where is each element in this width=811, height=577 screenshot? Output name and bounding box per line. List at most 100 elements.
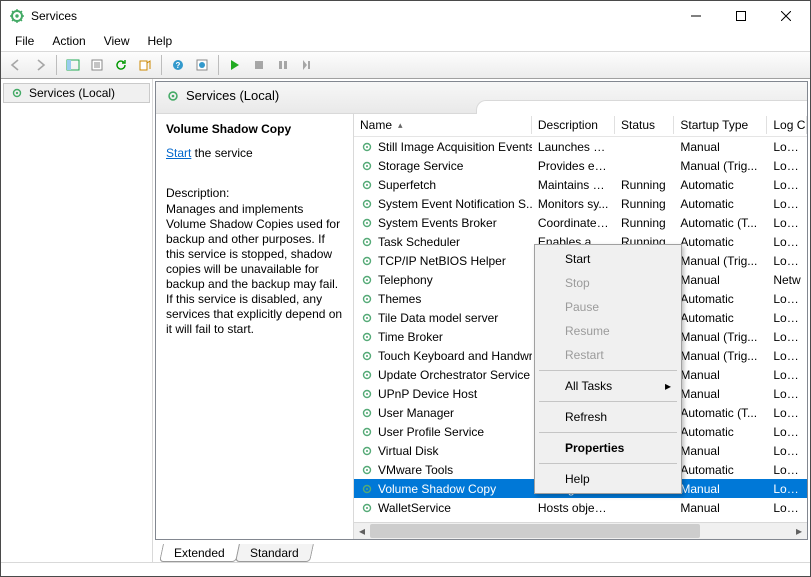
service-name: User Manager xyxy=(378,406,454,420)
tree-item-services-local[interactable]: Services (Local) xyxy=(3,83,150,103)
toolbar-back-button[interactable] xyxy=(5,54,27,76)
service-icon xyxy=(360,178,374,192)
service-startup: Manual (Trig... xyxy=(674,253,767,269)
menu-help[interactable]: Help xyxy=(140,32,181,50)
service-row[interactable]: Storage ServiceProvides en...Manual (Tri… xyxy=(354,156,807,175)
ctx-help[interactable]: Help xyxy=(537,467,679,491)
sort-asc-icon: ▴ xyxy=(398,120,403,131)
service-logon: Local xyxy=(767,443,807,459)
bottom-tabs: Extended Standard xyxy=(155,540,808,562)
service-name: TCP/IP NetBIOS Helper xyxy=(378,254,506,268)
toolbar-pause-button[interactable] xyxy=(272,54,294,76)
toolbar-separator xyxy=(218,55,219,75)
column-status[interactable]: Status xyxy=(615,114,674,136)
service-row[interactable]: System Events BrokerCoordinates...Runnin… xyxy=(354,213,807,232)
service-startup: Automatic xyxy=(674,196,767,212)
service-logon: Local xyxy=(767,500,807,516)
service-startup: Manual (Trig... xyxy=(674,348,767,364)
service-name: Themes xyxy=(378,292,421,306)
menu-view[interactable]: View xyxy=(96,32,138,50)
column-description[interactable]: Description xyxy=(532,114,615,136)
service-name: Superfetch xyxy=(378,178,436,192)
scrollbar-thumb[interactable] xyxy=(370,524,700,538)
service-icon xyxy=(360,140,374,154)
service-row[interactable]: SuperfetchMaintains a...RunningAutomatic… xyxy=(354,175,807,194)
ctx-properties[interactable]: Properties xyxy=(537,436,679,460)
toolbar-restart-button[interactable] xyxy=(296,54,318,76)
ctx-pause: Pause xyxy=(537,295,679,319)
service-logon: Local xyxy=(767,215,807,231)
ctx-separator xyxy=(539,401,677,402)
service-icon xyxy=(360,311,374,325)
service-startup: Manual xyxy=(674,443,767,459)
service-startup: Automatic xyxy=(674,177,767,193)
tab-extended[interactable]: Extended xyxy=(159,544,240,562)
service-startup: Manual xyxy=(674,139,767,155)
description-panel: Volume Shadow Copy Start the service Des… xyxy=(156,114,354,539)
tree-pane: Services (Local) xyxy=(1,79,153,562)
service-startup: Automatic xyxy=(674,234,767,250)
toolbar-showhide-button[interactable] xyxy=(62,54,84,76)
service-status: Running xyxy=(615,215,674,231)
service-icon xyxy=(360,349,374,363)
service-startup: Automatic (T... xyxy=(674,405,767,421)
service-icon xyxy=(360,444,374,458)
service-name: UPnP Device Host xyxy=(378,387,477,401)
service-logon: Local xyxy=(767,196,807,212)
service-icon xyxy=(360,216,374,230)
ctx-all-tasks[interactable]: All Tasks▸ xyxy=(537,374,679,398)
toolbar-stop-button[interactable] xyxy=(248,54,270,76)
ctx-resume: Resume xyxy=(537,319,679,343)
service-icon xyxy=(360,368,374,382)
service-row[interactable]: WalletServiceHosts objec...ManualLocal xyxy=(354,498,807,517)
scroll-right-icon[interactable]: ▸ xyxy=(791,523,807,539)
column-name[interactable]: Name▴ xyxy=(354,114,532,136)
service-name: Touch Keyboard and Handwriting xyxy=(378,349,532,363)
toolbar-forward-button[interactable] xyxy=(29,54,51,76)
minimize-button[interactable] xyxy=(673,2,718,31)
body: Services (Local) Services (Local) Volume… xyxy=(1,79,810,562)
service-icon xyxy=(360,197,374,211)
description-label: Description: xyxy=(166,186,343,200)
toolbar-refresh-button[interactable] xyxy=(110,54,132,76)
service-icon xyxy=(360,330,374,344)
service-row[interactable]: System Event Notification S...Monitors s… xyxy=(354,194,807,213)
tab-standard[interactable]: Standard xyxy=(235,544,314,562)
ctx-refresh[interactable]: Refresh xyxy=(537,405,679,429)
menu-action[interactable]: Action xyxy=(44,32,93,50)
service-icon xyxy=(360,425,374,439)
service-description: Provides en... xyxy=(532,158,615,174)
service-icon xyxy=(360,254,374,268)
service-icon xyxy=(360,273,374,287)
svg-text:?: ? xyxy=(176,61,181,70)
tree-item-label: Services (Local) xyxy=(29,86,115,100)
services-icon xyxy=(10,86,24,100)
maximize-button[interactable] xyxy=(718,2,763,31)
service-startup: Automatic xyxy=(674,424,767,440)
service-name: Telephony xyxy=(378,273,433,287)
toolbar-properties-button[interactable] xyxy=(86,54,108,76)
column-log-on-as[interactable]: Log C▴ xyxy=(767,114,807,136)
service-row[interactable]: Still Image Acquisition EventsLaunches a… xyxy=(354,137,807,156)
horizontal-scrollbar[interactable]: ◂ ▸ xyxy=(354,522,807,539)
toolbar-separator xyxy=(56,55,57,75)
toolbar-help-button[interactable]: ? xyxy=(167,54,189,76)
toolbar-help2-button[interactable] xyxy=(191,54,213,76)
menu-file[interactable]: File xyxy=(7,32,42,50)
ctx-start[interactable]: Start xyxy=(537,247,679,271)
service-name: Update Orchestrator Service xyxy=(378,368,530,382)
ctx-stop: Stop xyxy=(537,271,679,295)
toolbar-export-button[interactable] xyxy=(134,54,156,76)
submenu-arrow-icon: ▸ xyxy=(665,379,671,393)
list-header: Name▴ Description Status Startup Type Lo… xyxy=(354,114,807,137)
column-startup-type[interactable]: Startup Type xyxy=(674,114,767,136)
service-name: VMware Tools xyxy=(378,463,453,477)
toolbar-start-button[interactable] xyxy=(224,54,246,76)
service-name: Virtual Disk xyxy=(378,444,438,458)
start-service-link[interactable]: Start xyxy=(166,146,191,160)
scroll-left-icon[interactable]: ◂ xyxy=(354,523,370,539)
service-description: Coordinates... xyxy=(532,215,615,231)
service-logon: Local xyxy=(767,405,807,421)
service-name: Volume Shadow Copy xyxy=(378,482,496,496)
close-button[interactable] xyxy=(763,2,808,31)
